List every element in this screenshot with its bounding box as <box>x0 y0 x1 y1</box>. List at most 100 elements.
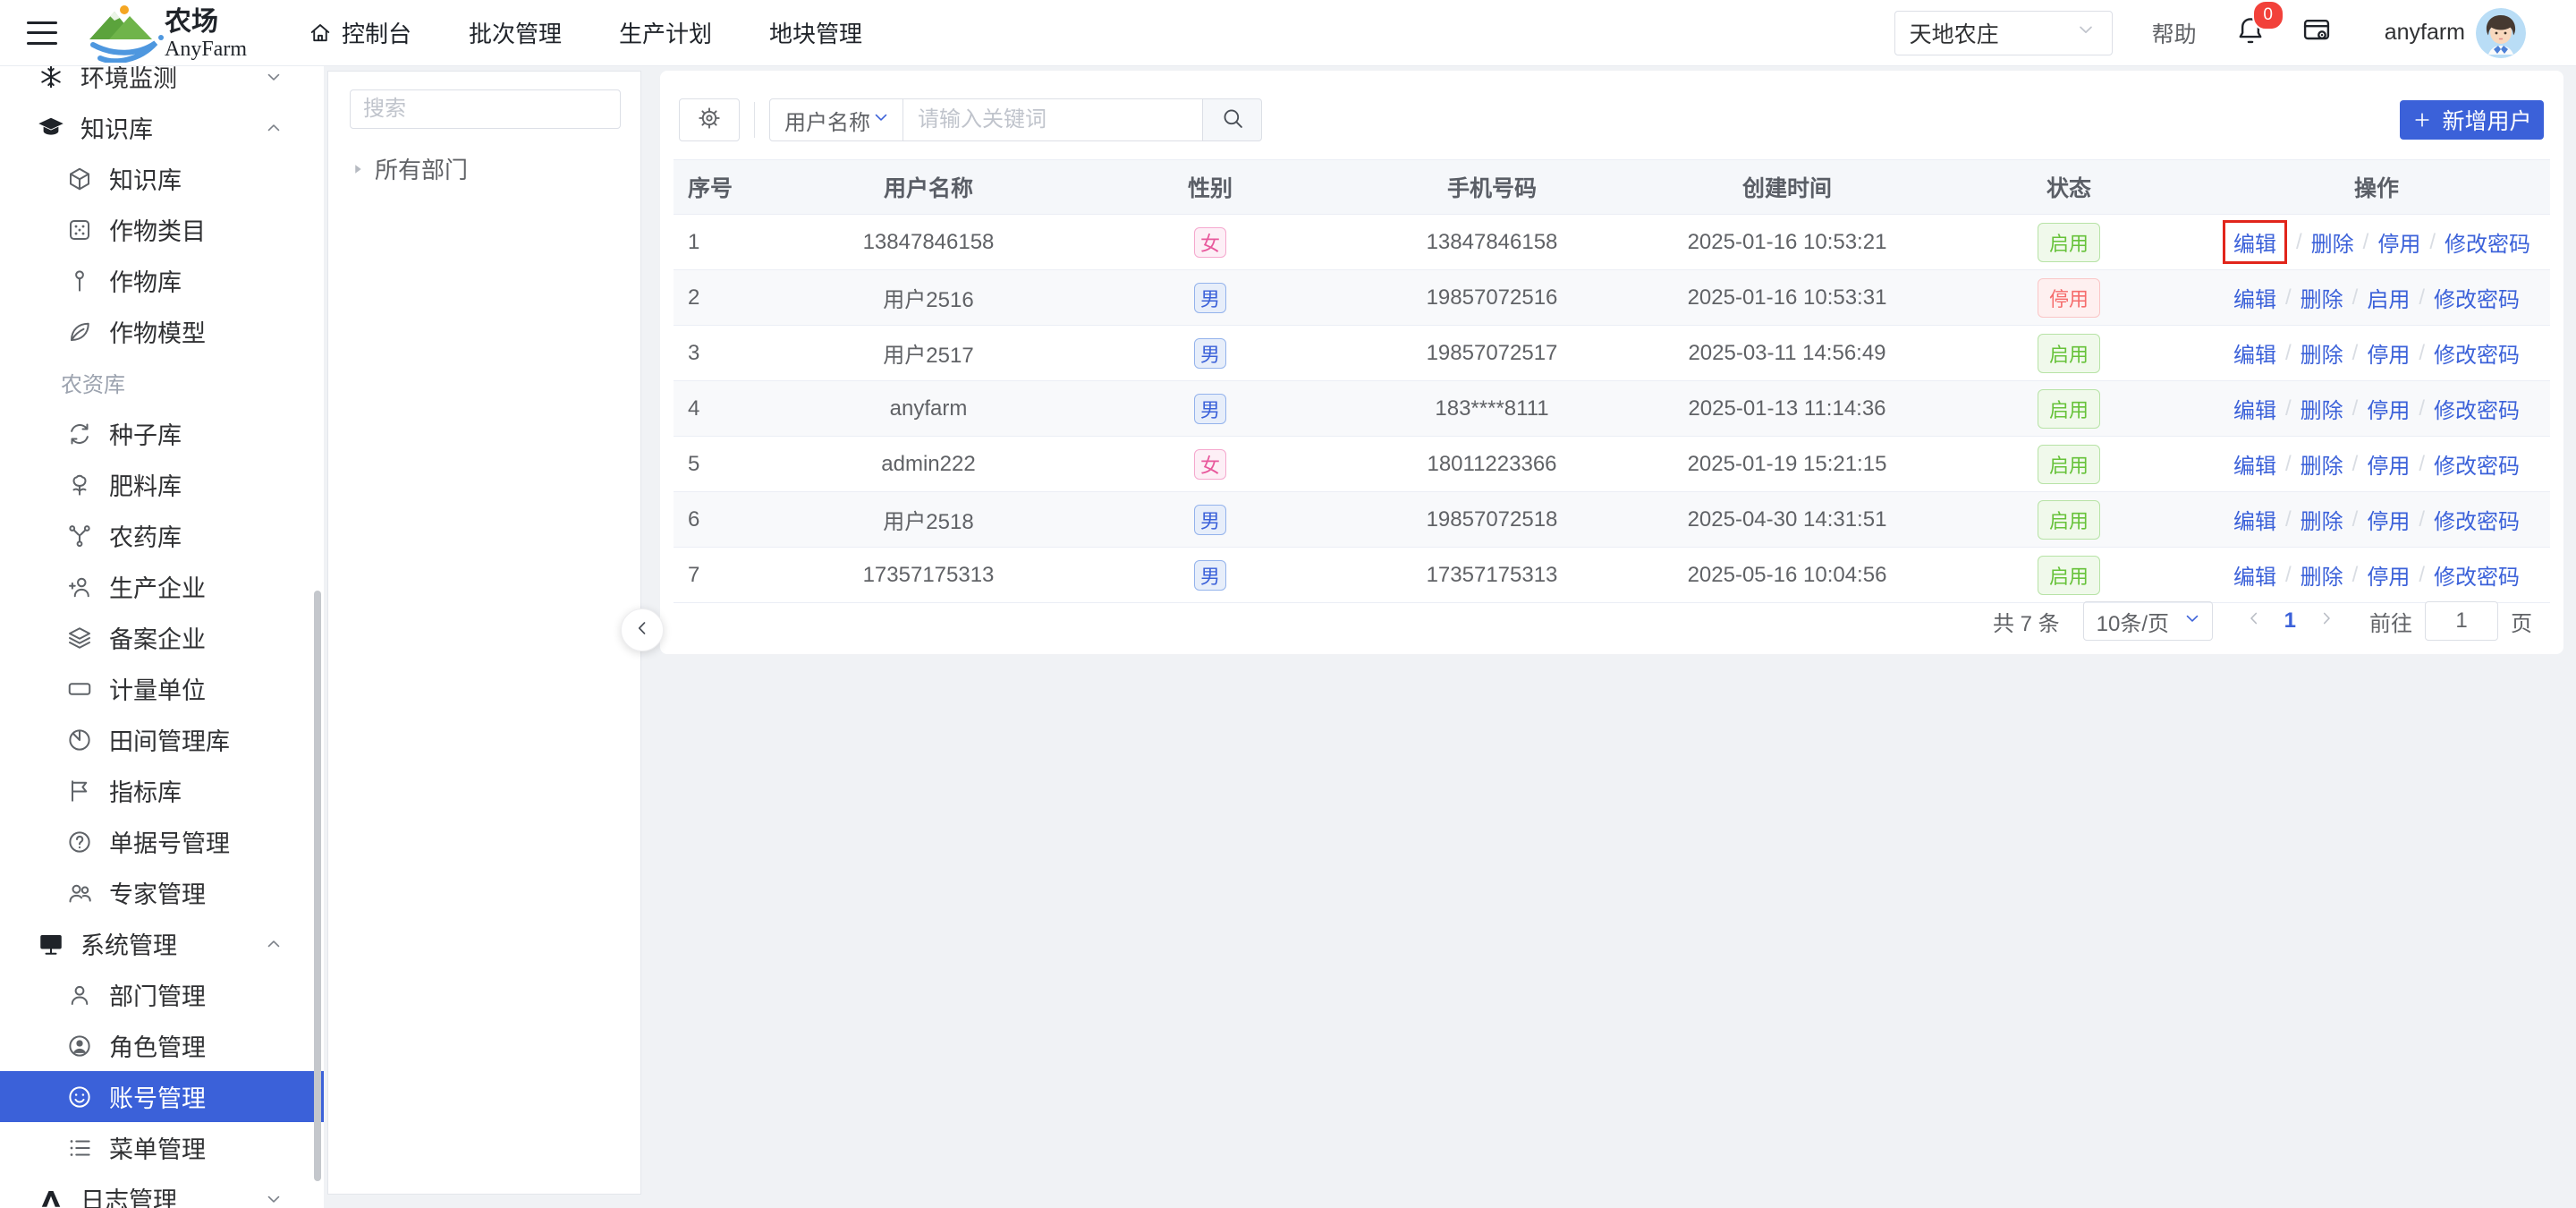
keyword-input[interactable] <box>903 98 1203 141</box>
sidebar-item-field-management-lib[interactable]: 田间管理库 <box>0 714 324 765</box>
table-row: 717357175313男173571753132025-05-16 10:04… <box>674 548 2550 603</box>
sidebar-item-knowledge-lib[interactable]: 知识库 <box>0 153 324 204</box>
sidebar-item-crop-category[interactable]: 作物类目 <box>0 204 324 255</box>
disable-link[interactable]: 停用 <box>2367 393 2410 424</box>
next-page-button[interactable] <box>2316 608 2337 635</box>
disable-link[interactable]: 停用 <box>2367 504 2410 535</box>
sidebar-item-expert-management[interactable]: 专家管理 <box>0 867 324 918</box>
page-size-select[interactable]: 10条/页 <box>2083 601 2213 641</box>
sidebar-item-seed-lib[interactable]: 种子库 <box>0 408 324 459</box>
panel-collapse-button[interactable] <box>621 608 664 651</box>
sidebar-item-system-management[interactable]: 系统管理 <box>0 918 324 969</box>
search-button[interactable] <box>1203 98 1262 141</box>
sidebar-item-label: 备案企业 <box>109 620 206 655</box>
sidebar-item-env-monitor[interactable]: 环境监测 <box>0 65 324 102</box>
edit-link[interactable]: 编辑 <box>2233 504 2276 535</box>
delete-link[interactable]: 删除 <box>2301 337 2343 369</box>
delete-link[interactable]: 删除 <box>2311 226 2354 258</box>
toolbar-divider <box>754 102 755 138</box>
action-separator: / <box>2285 285 2292 311</box>
sidebar-item-label: 角色管理 <box>109 1028 206 1063</box>
sidebar-item-document-number[interactable]: 单据号管理 <box>0 816 324 867</box>
table-row: 6用户2518男198570725182025-04-30 14:31:51启用… <box>674 492 2550 548</box>
nav-item-plot-management[interactable]: 地块管理 <box>769 16 862 49</box>
notifications-button[interactable]: 0 <box>2234 14 2267 51</box>
action-separator: / <box>2296 230 2302 255</box>
sidebar-item-crop-model[interactable]: 作物模型 <box>0 306 324 357</box>
table-row: 113847846158女138478461582025-01-16 10:53… <box>674 215 2550 270</box>
avatar[interactable] <box>2476 8 2526 58</box>
sidebar-item-account-management[interactable]: 账号管理 <box>0 1071 324 1122</box>
reset-password-link[interactable]: 修改密码 <box>2445 226 2530 258</box>
sidebar-item-indicator-lib[interactable]: 指标库 <box>0 765 324 816</box>
sidebar-item-measure-unit[interactable]: 计量单位 <box>0 663 324 714</box>
sidebar-item-fertilizer-lib[interactable]: 肥料库 <box>0 459 324 510</box>
department-search-input[interactable] <box>350 89 621 129</box>
help-link[interactable]: 帮助 <box>2152 17 2197 49</box>
sidebar-item-crop-lib[interactable]: 作物库 <box>0 255 324 306</box>
current-page-number[interactable]: 1 <box>2284 608 2296 634</box>
delete-link[interactable]: 删除 <box>2301 559 2343 591</box>
chevron-down-icon <box>2182 608 2203 635</box>
cell-index: 1 <box>674 230 781 255</box>
sidebar-item-label: 菜单管理 <box>109 1130 206 1165</box>
action-separator: / <box>2352 396 2359 421</box>
action-separator: / <box>2285 507 2292 532</box>
reset-password-link[interactable]: 修改密码 <box>2434 393 2520 424</box>
disable-link[interactable]: 停用 <box>2377 226 2420 258</box>
list-icon <box>66 1135 93 1161</box>
reset-password-link[interactable]: 修改密码 <box>2434 337 2520 369</box>
workbench-settings-button[interactable] <box>2301 14 2333 51</box>
sidebar-item-pesticide-lib[interactable]: 农药库 <box>0 510 324 561</box>
gender-tag: 男 <box>1194 283 1226 313</box>
sidebar-item-production-enterprise[interactable]: 生产企业 <box>0 561 324 612</box>
page-size-value: 10条/页 <box>2097 606 2169 637</box>
sidebar-item-menu-management[interactable]: 菜单管理 <box>0 1122 324 1173</box>
goto-page-input[interactable] <box>2425 601 2498 641</box>
sidebar-item-role-management[interactable]: 角色管理 <box>0 1020 324 1071</box>
disable-link[interactable]: 停用 <box>2367 448 2410 480</box>
edit-link[interactable]: 编辑 <box>2233 393 2276 424</box>
sidebar-item-department-management[interactable]: 部门管理 <box>0 969 324 1020</box>
delete-link[interactable]: 删除 <box>2301 282 2343 313</box>
nav-item-batch-management[interactable]: 批次管理 <box>469 16 562 49</box>
farm-select[interactable]: 天地农庄 <box>1894 11 2113 55</box>
delete-link[interactable]: 删除 <box>2301 504 2343 535</box>
disable-link[interactable]: 停用 <box>2367 337 2410 369</box>
edit-link[interactable]: 编辑 <box>2233 226 2276 258</box>
enable-link[interactable]: 启用 <box>2367 282 2410 313</box>
sidebar-scrollbar[interactable] <box>314 591 321 1181</box>
reset-password-link[interactable]: 修改密码 <box>2434 504 2520 535</box>
cell-phone: 19857072516 <box>1344 285 1640 311</box>
prev-page-button[interactable] <box>2243 608 2265 635</box>
hamburger-menu-icon[interactable] <box>27 21 57 45</box>
cell-index: 6 <box>674 507 781 532</box>
delete-link[interactable]: 删除 <box>2301 448 2343 480</box>
pagination: 共 7 条 10条/页 1 前往 页 <box>1993 601 2532 641</box>
cell-gender: 女 <box>1076 449 1344 480</box>
status-badge: 启用 <box>2038 556 2100 595</box>
edit-link[interactable]: 编辑 <box>2233 559 2276 591</box>
sidebar: 环境监测知识库知识库作物类目作物库作物模型农资库种子库肥料库农药库生产企业备案企… <box>0 65 324 1208</box>
nav-item-console[interactable]: 控制台 <box>308 16 411 49</box>
sidebar-item-registered-enterprise[interactable]: 备案企业 <box>0 612 324 663</box>
edit-link[interactable]: 编辑 <box>2233 337 2276 369</box>
search-field-select[interactable]: 用户名称 <box>769 98 903 141</box>
sidebar-item-knowledge-base[interactable]: 知识库 <box>0 102 324 153</box>
department-tree-root[interactable]: 所有部门 <box>348 152 640 185</box>
username-label[interactable]: anyfarm <box>2385 20 2465 46</box>
column-settings-button[interactable] <box>679 98 740 141</box>
edit-link[interactable]: 编辑 <box>2233 448 2276 480</box>
nav-item-production-plan[interactable]: 生产计划 <box>619 16 712 49</box>
sidebar-item-log-management[interactable]: 日志管理 <box>0 1173 324 1208</box>
cell-phone: 183****8111 <box>1344 396 1640 421</box>
reset-password-link[interactable]: 修改密码 <box>2434 559 2520 591</box>
cell-gender: 男 <box>1076 394 1344 424</box>
add-user-button[interactable]: 新增用户 <box>2400 100 2544 140</box>
reset-password-link[interactable]: 修改密码 <box>2434 282 2520 313</box>
reset-password-link[interactable]: 修改密码 <box>2434 448 2520 480</box>
edit-link[interactable]: 编辑 <box>2233 282 2276 313</box>
caret-right-icon[interactable] <box>348 159 368 179</box>
delete-link[interactable]: 删除 <box>2301 393 2343 424</box>
disable-link[interactable]: 停用 <box>2367 559 2410 591</box>
